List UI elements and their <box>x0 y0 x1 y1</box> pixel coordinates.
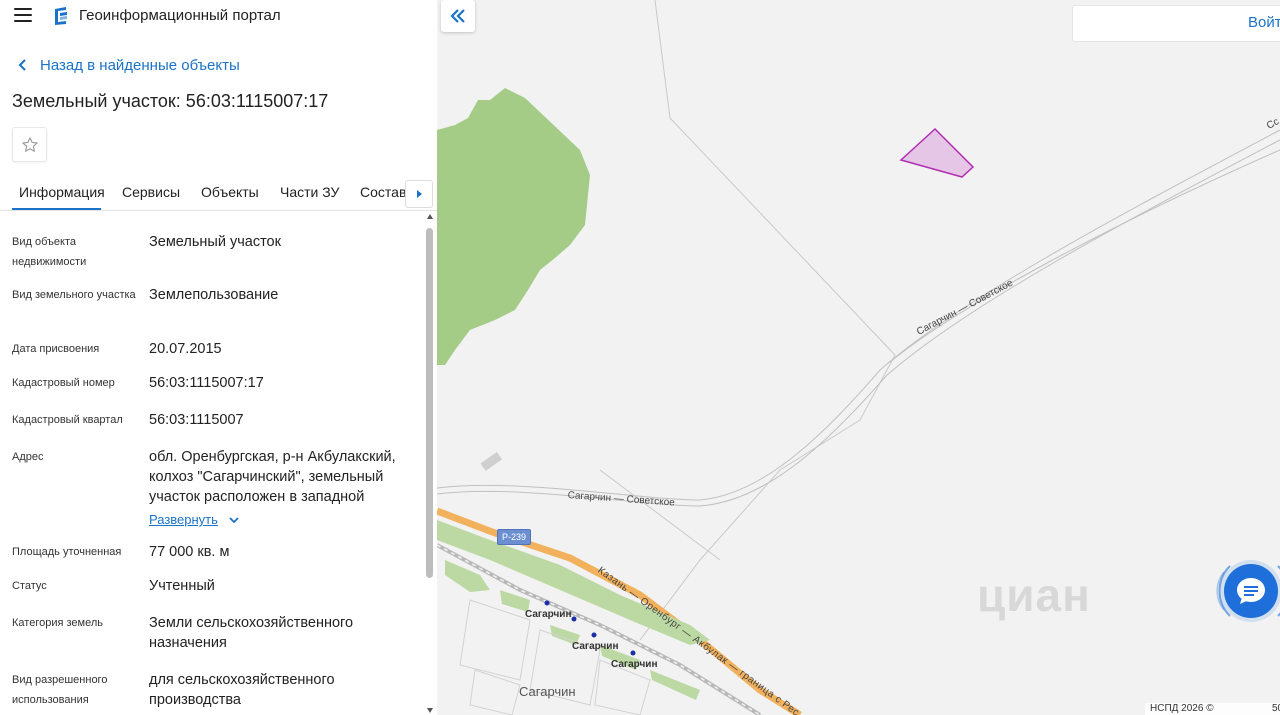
back-link-label: Назад в найденные объекты <box>40 56 240 74</box>
property-value: обл. Оренбургская, р-н Акбулакский, колх… <box>149 449 396 505</box>
property-value: Земельный участок <box>149 234 281 250</box>
field-boundaries <box>599 0 896 641</box>
map-attribution: НСПД 2026 © <box>1145 703 1280 715</box>
property-value: Землепользование <box>149 287 279 303</box>
property-value: для сельскохозяйственного производства <box>149 672 335 708</box>
tab-composition[interactable]: Состав <box>360 184 406 200</box>
login-button[interactable]: Войт <box>1248 14 1280 31</box>
station-label: Сагарчин <box>525 609 572 620</box>
tab-services[interactable]: Сервисы <box>122 184 180 200</box>
info-panel: Геоинформационный портал Назад в найденн… <box>0 0 437 715</box>
expand-wrapper: Развернуть <box>149 510 419 530</box>
property-label: Адрес <box>12 451 44 463</box>
green-strips <box>437 520 710 700</box>
property-value: 56:03:1115007 <box>149 412 244 428</box>
building <box>480 451 503 471</box>
parcel-polygon[interactable] <box>899 127 975 178</box>
watermark: циан <box>977 569 1091 621</box>
tab-bar: Информация Сервисы Объекты Части ЗУ Сост… <box>0 176 437 211</box>
double-chevron-left-icon <box>450 9 465 23</box>
station-label: Сагарчин <box>572 641 619 652</box>
station-dot <box>544 600 550 606</box>
property-value: Учтенный <box>149 578 215 594</box>
panel-scrollbar[interactable] <box>424 214 436 715</box>
page-title: Земельный участок: 56:03:1115007:17 <box>12 91 329 111</box>
caret-right-icon <box>417 190 422 198</box>
forest-area <box>437 88 590 365</box>
top-bar: Геоинформационный портал <box>0 0 437 32</box>
chevron-left-icon <box>18 59 26 71</box>
scroll-down-arrow-icon[interactable] <box>427 708 433 713</box>
station-label: Сагарчин <box>611 659 658 670</box>
back-to-results-link[interactable]: Назад в найденные объекты <box>14 56 240 74</box>
collapse-panel-button[interactable] <box>441 0 475 32</box>
tab-information[interactable]: Информация <box>19 184 105 200</box>
tab-parcel-parts[interactable]: Части ЗУ <box>280 184 339 200</box>
active-tab-indicator <box>12 208 101 210</box>
chat-button[interactable] <box>1224 564 1278 618</box>
map-view[interactable]: Сагарчин — Советское Сагарчин — Советско… <box>437 0 1280 715</box>
property-value: Земли сельскохозяйственного назначения <box>149 615 354 651</box>
town-label: Сагарчин <box>519 684 576 699</box>
property-label: Вид земельного участка <box>12 289 136 301</box>
highway-badge: Р-239 <box>497 529 531 545</box>
hamburger-menu-icon[interactable] <box>14 8 32 22</box>
properties-list: Вид объекта недвижимости Земельный участ… <box>0 222 424 715</box>
property-label: Площадь уточненная <box>12 546 122 558</box>
tabs-scroll-right-button[interactable] <box>405 180 433 208</box>
property-value: 77 000 кв. м <box>149 544 230 560</box>
station-dot <box>591 632 597 638</box>
expand-label: Развернуть <box>149 512 218 527</box>
scroll-up-arrow-icon[interactable] <box>427 214 433 219</box>
chat-bubble-icon <box>1237 578 1265 604</box>
map-canvas[interactable] <box>437 0 1280 715</box>
expand-address-link[interactable]: Развернуть <box>149 510 242 530</box>
property-value: 56:03:1115007:17 <box>149 375 264 391</box>
chevron-down-icon <box>229 517 239 524</box>
station-dot <box>571 616 577 622</box>
property-label: Категория земель <box>12 617 103 629</box>
scrollbar-thumb[interactable] <box>426 228 433 578</box>
property-label: Вид разрешенного использования <box>12 674 108 706</box>
property-label: Статус <box>12 580 47 592</box>
station-dot <box>630 650 636 656</box>
property-label: Кадастровый квартал <box>12 414 123 426</box>
tab-objects[interactable]: Объекты <box>201 184 259 200</box>
property-label: Дата присвоения <box>12 343 100 355</box>
map-scale: 50 <box>1272 703 1280 714</box>
property-value: 20.07.2015 <box>149 341 222 357</box>
portal-logo-icon <box>55 7 67 25</box>
star-icon <box>22 137 38 152</box>
favorite-button[interactable] <box>12 127 47 162</box>
app-title: Геоинформационный портал <box>79 7 281 24</box>
property-label: Вид объекта недвижимости <box>12 236 87 268</box>
property-label: Кадастровый номер <box>12 377 115 389</box>
